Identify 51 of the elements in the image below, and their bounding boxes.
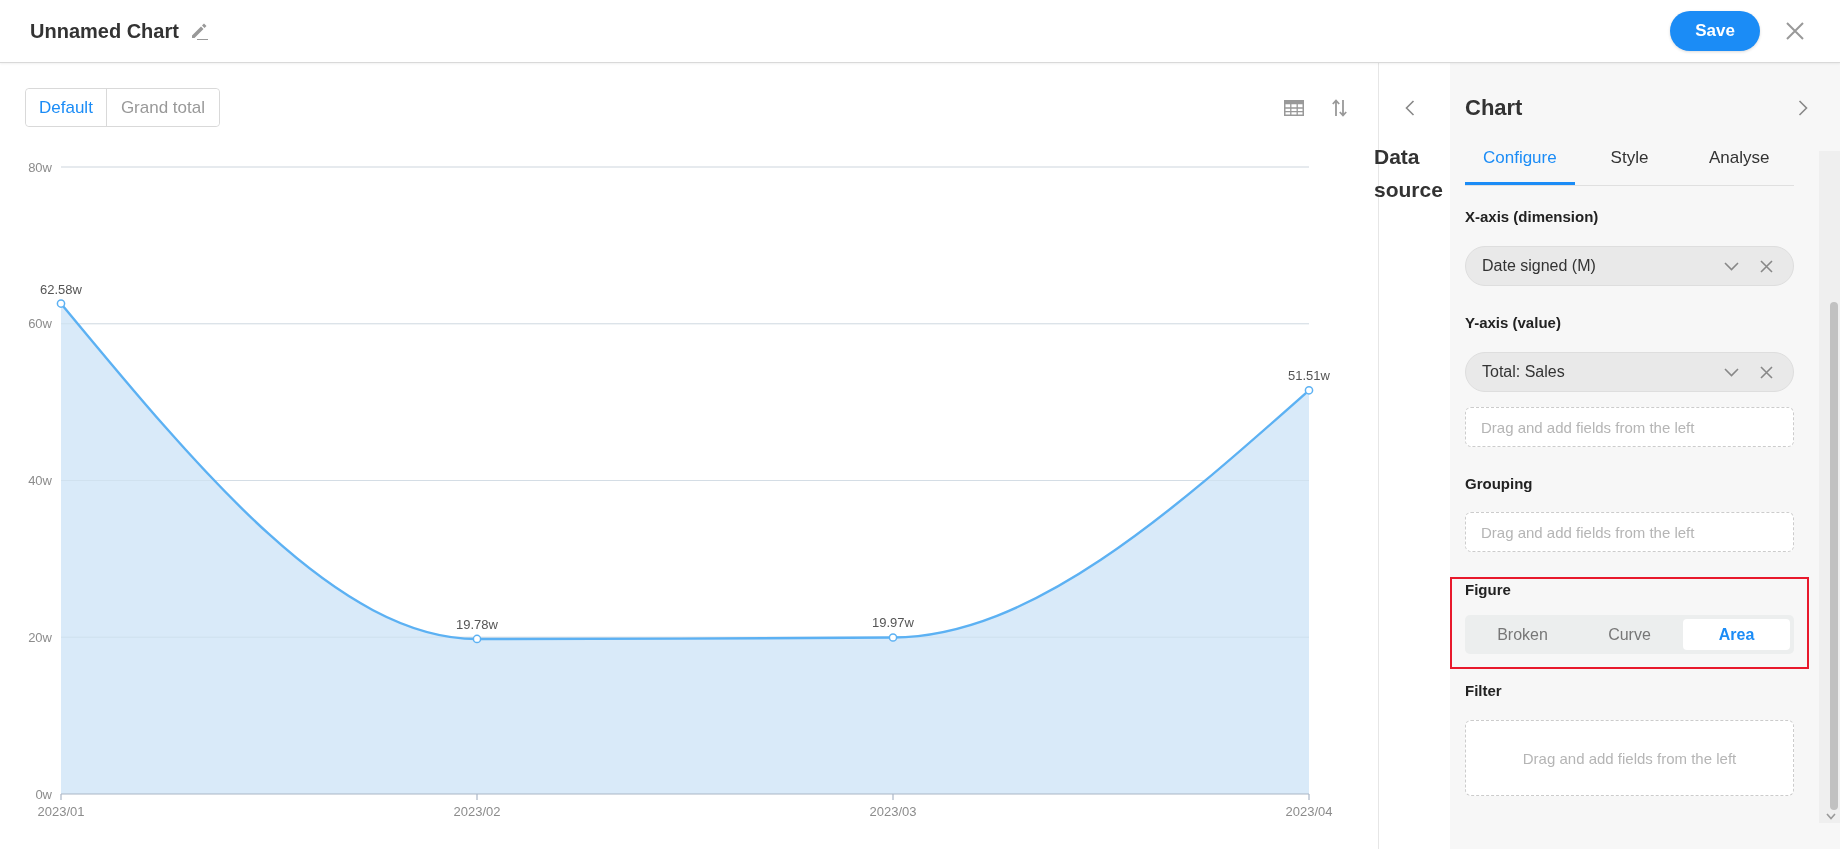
section-label: X-axis (dimension) [1465, 207, 1600, 227]
figure-option[interactable]: Broken [1469, 619, 1576, 650]
chevron-right-icon[interactable] [1798, 100, 1808, 116]
section-label: Figure [1465, 580, 1512, 600]
x-axis-label: 2023/02 [453, 804, 501, 819]
y-axis-label: 0w [35, 786, 52, 802]
panel-tab[interactable]: Configure [1465, 137, 1575, 185]
drop-zone[interactable]: Drag and add fields from the left [1465, 720, 1794, 796]
section-label: Y-axis (value) [1465, 313, 1562, 333]
chevron-left-icon[interactable] [1405, 100, 1415, 116]
close-icon[interactable] [1760, 365, 1773, 379]
panel-tab[interactable]: Style [1574, 137, 1685, 185]
x-axis-label: 2023/01 [37, 804, 85, 819]
field-chip[interactable]: Date signed (M) [1465, 246, 1794, 286]
close-icon[interactable] [1786, 22, 1804, 40]
field-chip[interactable]: Total: Sales [1465, 352, 1794, 392]
panel-title: Chart [1465, 95, 1523, 121]
scrollbar-thumb[interactable] [1830, 302, 1838, 810]
close-icon[interactable] [1760, 259, 1773, 273]
y-axis-label: 80w [28, 159, 52, 175]
pencil-icon[interactable] [190, 22, 209, 40]
section-label: Filter [1465, 681, 1503, 701]
drop-zone[interactable]: Drag and add fields from the left [1465, 407, 1794, 447]
x-axis-label: 2023/04 [1285, 804, 1333, 819]
table-icon[interactable] [1284, 99, 1304, 116]
data-label: 19.78w [456, 616, 498, 632]
figure-option[interactable]: Area [1683, 619, 1790, 650]
scrollbar[interactable] [1819, 151, 1840, 823]
data-label: 19.97w [872, 615, 914, 631]
view-toggle-option[interactable]: Grand total [105, 89, 219, 126]
data-point [1304, 385, 1314, 395]
chevron-down-icon[interactable] [1724, 367, 1739, 377]
figure-option[interactable]: Curve [1576, 619, 1683, 650]
section-label: Grouping [1465, 474, 1534, 494]
data-point [472, 634, 482, 644]
panel-tab[interactable]: Analyse [1684, 137, 1794, 185]
x-axis-label: 2023/03 [869, 804, 917, 819]
data-label: 62.58w [40, 281, 82, 297]
panel-title: Data source [1374, 144, 1444, 203]
chevron-down-icon[interactable] [1826, 813, 1836, 820]
data-point [56, 299, 66, 308]
y-axis-label: 40w [28, 473, 52, 488]
data-point [888, 633, 898, 642]
swap-arrows-icon[interactable] [1332, 98, 1347, 117]
save-button[interactable]: Save [1670, 11, 1760, 51]
drop-zone[interactable]: Drag and add fields from the left [1465, 512, 1794, 552]
y-axis-label: 20w [28, 629, 52, 645]
chevron-down-icon[interactable] [1724, 261, 1739, 271]
y-axis-label: 60w [28, 316, 52, 332]
chart-title: Unnamed Chart [30, 19, 179, 43]
data-label: 51.51w [1288, 368, 1330, 384]
